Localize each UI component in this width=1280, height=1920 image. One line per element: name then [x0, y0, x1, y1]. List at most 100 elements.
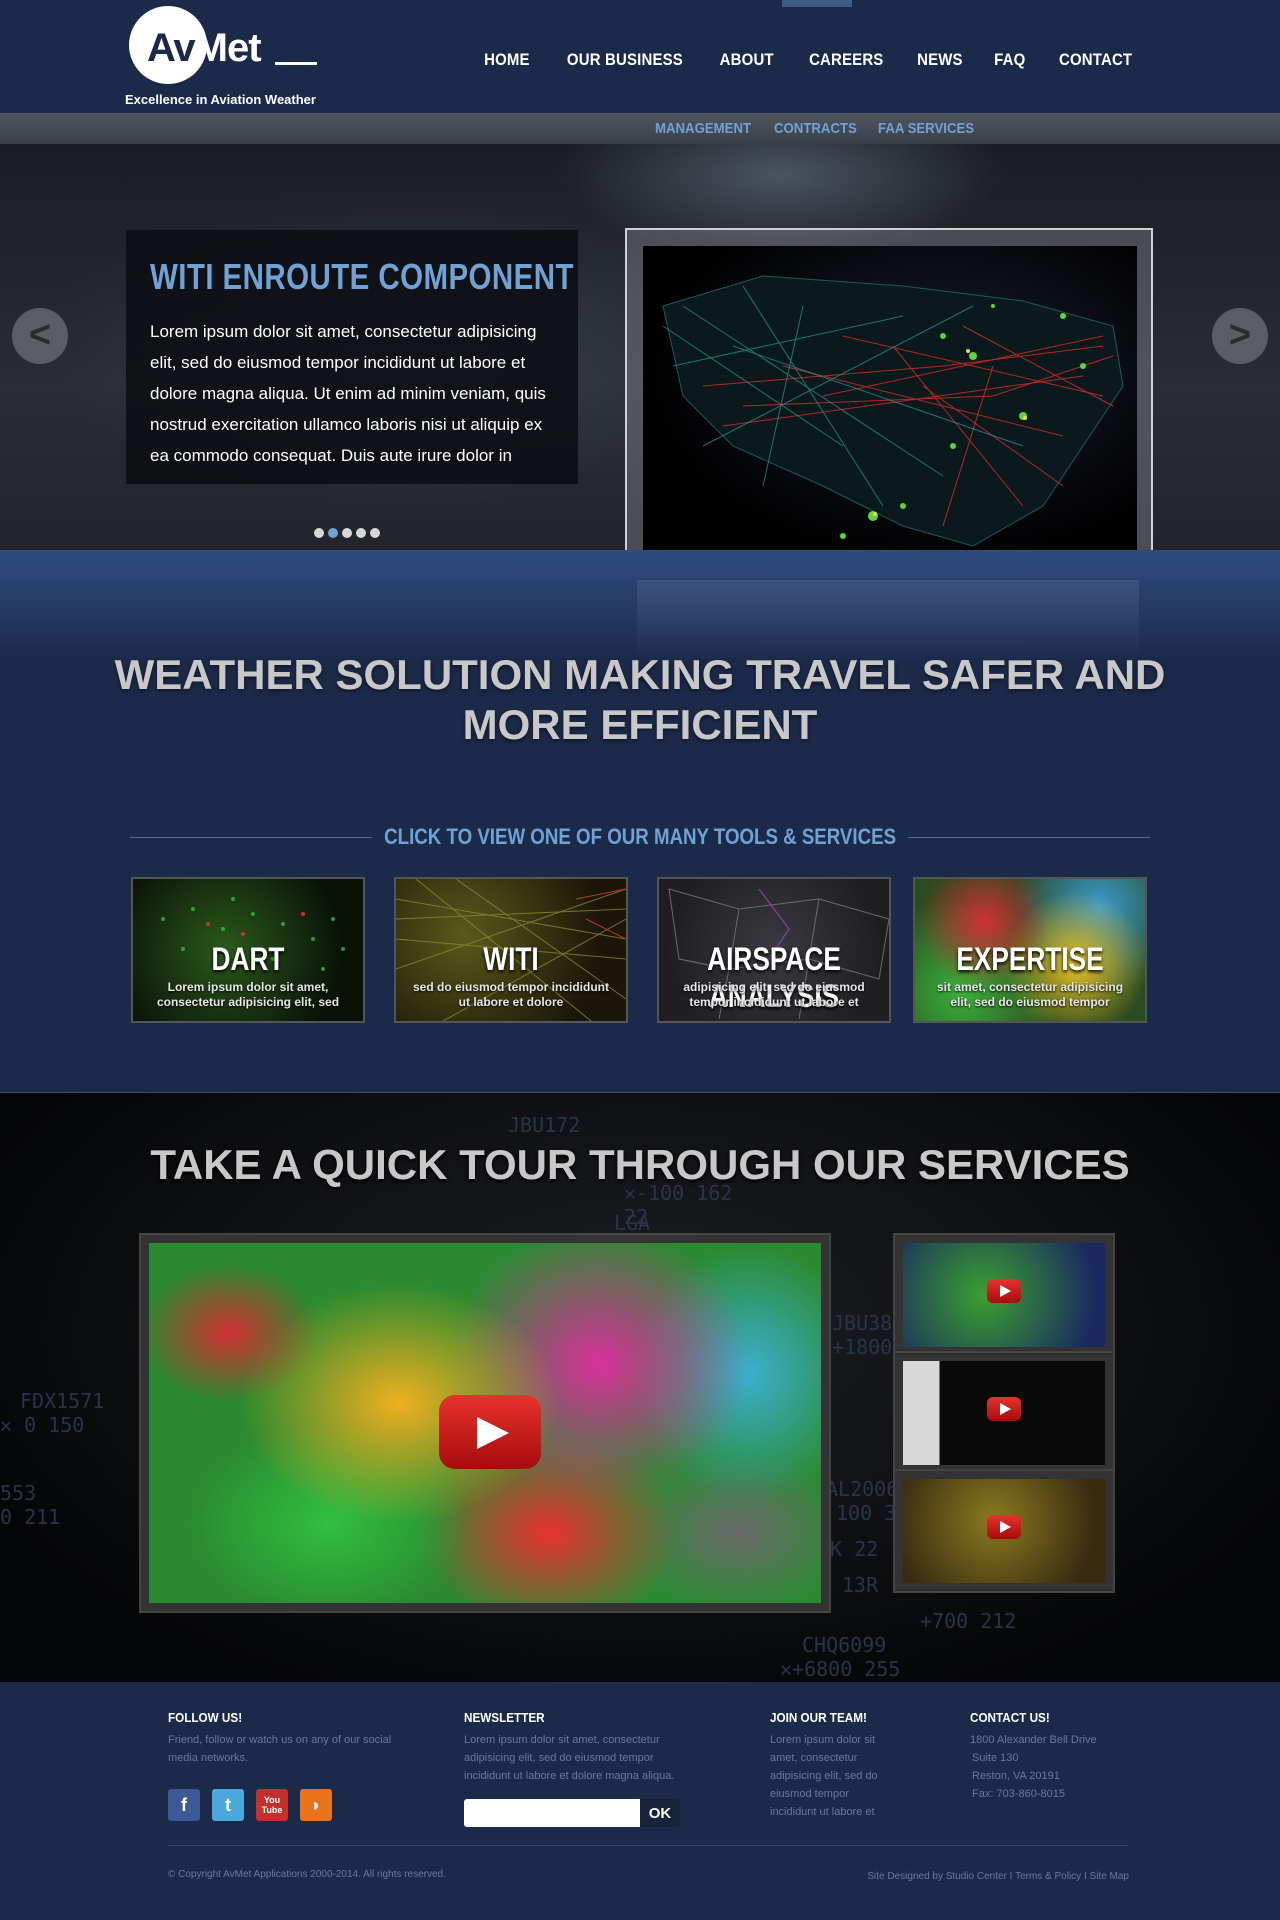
tools-heading-row: CLICK TO VIEW ONE OF OUR MANY TOOLS & SE… — [130, 822, 1150, 852]
slider-prev-button[interactable]: < — [12, 308, 68, 364]
twitter-icon[interactable]: t — [212, 1789, 244, 1821]
site-map-link[interactable]: Site Map — [1090, 1871, 1129, 1882]
nav-home[interactable]: HOME — [472, 50, 540, 70]
tour-title: TAKE A QUICK TOUR THROUGH OUR SERVICES — [150, 1141, 1130, 1188]
nav-news[interactable]: NEWS — [906, 50, 974, 70]
tool-desc-airspace-analysis: adipisicing elit, sed do eiusmod tempor … — [683, 980, 865, 1009]
radar-label-5: FDX1571 — [20, 1389, 105, 1413]
video-thumb-2[interactable] — [893, 1351, 1115, 1475]
designed-by-link[interactable]: Site Designed by Studio Center — [867, 1871, 1007, 1882]
contact-heading: CONTACT US! — [970, 1710, 1050, 1725]
facebook-icon[interactable]: f — [168, 1789, 200, 1821]
logo-swoosh — [275, 62, 317, 65]
main-nav: HOME OUR BUSINESS ABOUT CAREERS NEWS FAQ… — [468, 50, 1150, 70]
logo-tagline: Excellence in Aviation Weather — [125, 92, 316, 107]
headline-line-1: WEATHER SOLUTION MAKING TRAVEL SAFER AND — [114, 651, 1166, 698]
radar-label-16: +700 212 — [920, 1609, 1017, 1633]
social-icons: f t You Tube ◗ — [168, 1789, 398, 1821]
subnav-contracts[interactable]: CONTRACTS — [774, 120, 857, 137]
slider-dot-5[interactable] — [370, 528, 380, 538]
site-footer: FOLLOW US! Friend, follow or watch us on… — [0, 1682, 1280, 1920]
flight-map-graphic — [662, 275, 1124, 547]
tool-card-expertise[interactable]: EXPERTISE sit amet, consectetur adipisic… — [913, 877, 1147, 1023]
slide-title: WITI ENROUTE COMPONENT — [150, 256, 574, 297]
sub-nav: MANAGEMENT CONTRACTS FAA SERVICES — [0, 113, 1280, 144]
newsletter-heading: NEWSLETTER — [464, 1710, 545, 1725]
main-headline: WEATHER SOLUTION MAKING TRAVEL SAFER AND… — [0, 650, 1280, 750]
slider-dot-3[interactable] — [342, 528, 352, 538]
slider-next-button[interactable]: > — [1212, 308, 1268, 364]
headline-line-2: MORE EFFICIENT — [462, 701, 818, 748]
slider-dot-1[interactable] — [314, 528, 324, 538]
nav-our-business[interactable]: OUR BUSINESS — [555, 50, 694, 70]
radar-video-frame — [149, 1243, 821, 1603]
subnav-faa-services[interactable]: FAA SERVICES — [878, 120, 974, 137]
radar-label-12: 100 3 — [836, 1501, 897, 1525]
avmet-logo[interactable]: AvMet Excellence in Aviation Weather — [125, 6, 325, 110]
nav-about[interactable]: ABOUT — [709, 50, 786, 70]
slide-caption: WITI ENROUTE COMPONENT Lorem ipsum dolor… — [126, 230, 578, 484]
follow-text: Friend, follow or watch us on any of our… — [168, 1734, 392, 1764]
tools-heading: CLICK TO VIEW ONE OF OUR MANY TOOLS & SE… — [130, 824, 1150, 850]
team-text: Lorem ipsum dolor sit amet, consectetur … — [770, 1734, 878, 1818]
subnav-management[interactable]: MANAGEMENT — [655, 120, 751, 137]
video-thumb-1[interactable] — [893, 1233, 1115, 1357]
contact-address-3: Reston, VA 20191 — [972, 1770, 1060, 1782]
radar-label-4: LGA — [614, 1211, 651, 1235]
nav-faq[interactable]: FAQ — [983, 50, 1037, 70]
newsletter-ok-button[interactable]: OK — [640, 1799, 680, 1827]
nav-contact[interactable]: CONTACT — [1047, 50, 1143, 70]
slider-dots — [314, 528, 380, 538]
logo-brand-prefix: Av — [147, 26, 196, 70]
thumb-3-frame — [903, 1479, 1105, 1583]
nav-careers[interactable]: CAREERS — [797, 50, 894, 70]
thumb-2-frame — [903, 1361, 1105, 1465]
slide-image-frame — [625, 228, 1153, 582]
tools-grid: DART Lorem ipsum dolor sit amet, consect… — [131, 877, 1149, 1025]
subnav-items: MANAGEMENT CONTRACTS FAA SERVICES — [655, 120, 978, 137]
footer-newsletter: NEWSLETTER Lorem ipsum dolor sit amet, c… — [464, 1710, 684, 1827]
radar-label-14: CHQ6099 — [802, 1633, 887, 1657]
newsletter-email-input[interactable] — [464, 1799, 640, 1827]
footer-divider — [168, 1845, 1128, 1846]
tool-card-airspace-analysis[interactable]: AIRSPACE ANALYSIS adipisicing elit, sed … — [657, 877, 891, 1023]
tools-heading-text: CLICK TO VIEW ONE OF OUR MANY TOOLS & SE… — [372, 824, 908, 850]
team-heading: JOIN OUR TEAM! — [770, 1710, 867, 1725]
footer-link-separator-2: I — [1081, 1871, 1090, 1882]
radar-label-15: ✕+6800 255 — [780, 1657, 901, 1681]
site-header: AvMet Excellence in Aviation Weather HOM… — [0, 0, 1280, 113]
follow-heading: FOLLOW US! — [168, 1710, 243, 1725]
contact-address-1: 1800 Alexander Bell Drive — [970, 1734, 1097, 1746]
thumb-1-frame — [903, 1243, 1105, 1347]
thumb-3-play-icon — [987, 1515, 1021, 1539]
video-thumb-3[interactable] — [893, 1469, 1115, 1593]
main-video-player[interactable] — [139, 1233, 831, 1613]
tool-card-witi[interactable]: WITI sed do eiusmod tempor incididunt ut… — [394, 877, 628, 1023]
footer-team: JOIN OUR TEAM! Lorem ipsum dolor sit ame… — [770, 1710, 890, 1821]
radar-label-7: 553 — [0, 1481, 37, 1505]
footer-link-separator-1: I — [1006, 1871, 1016, 1882]
play-button-icon[interactable] — [439, 1395, 541, 1469]
radar-label-11: AL2006 — [826, 1477, 899, 1501]
radar-label-13: 13R — [842, 1573, 879, 1597]
slider-dot-2[interactable] — [328, 528, 338, 538]
copyright-text: © Copyright AvMet Applications 2000-2014… — [168, 1869, 446, 1880]
tool-desc-dart: Lorem ipsum dolor sit amet, consectetur … — [156, 980, 340, 1009]
tool-card-dart[interactable]: DART Lorem ipsum dolor sit amet, consect… — [131, 877, 365, 1023]
youtube-icon[interactable]: You Tube — [256, 1789, 288, 1821]
tool-desc-expertise: sit amet, consectetur adipisicing elit, … — [936, 980, 1124, 1009]
newsletter-form: OK — [464, 1799, 684, 1827]
rss-icon[interactable]: ◗ — [300, 1789, 332, 1821]
radar-label-9: JBU38 — [832, 1311, 893, 1335]
slider-dot-4[interactable] — [356, 528, 366, 538]
terms-policy-link[interactable]: Terms & Policy — [1015, 1871, 1081, 1882]
contact-address-2: Suite 130 — [972, 1752, 1019, 1764]
newsletter-text: Lorem ipsum dolor sit amet, consectetur … — [464, 1734, 675, 1782]
logo-wordmark: AvMet — [147, 26, 262, 71]
tool-title-dart: DART — [211, 941, 285, 977]
slide-body: Lorem ipsum dolor sit amet, consectetur … — [150, 322, 546, 465]
logo-brand-suffix: Met — [194, 26, 262, 70]
footer-follow: FOLLOW US! Friend, follow or watch us on… — [168, 1710, 398, 1821]
slide-image-reflection — [637, 580, 1139, 660]
us-flight-map-image — [643, 246, 1137, 564]
